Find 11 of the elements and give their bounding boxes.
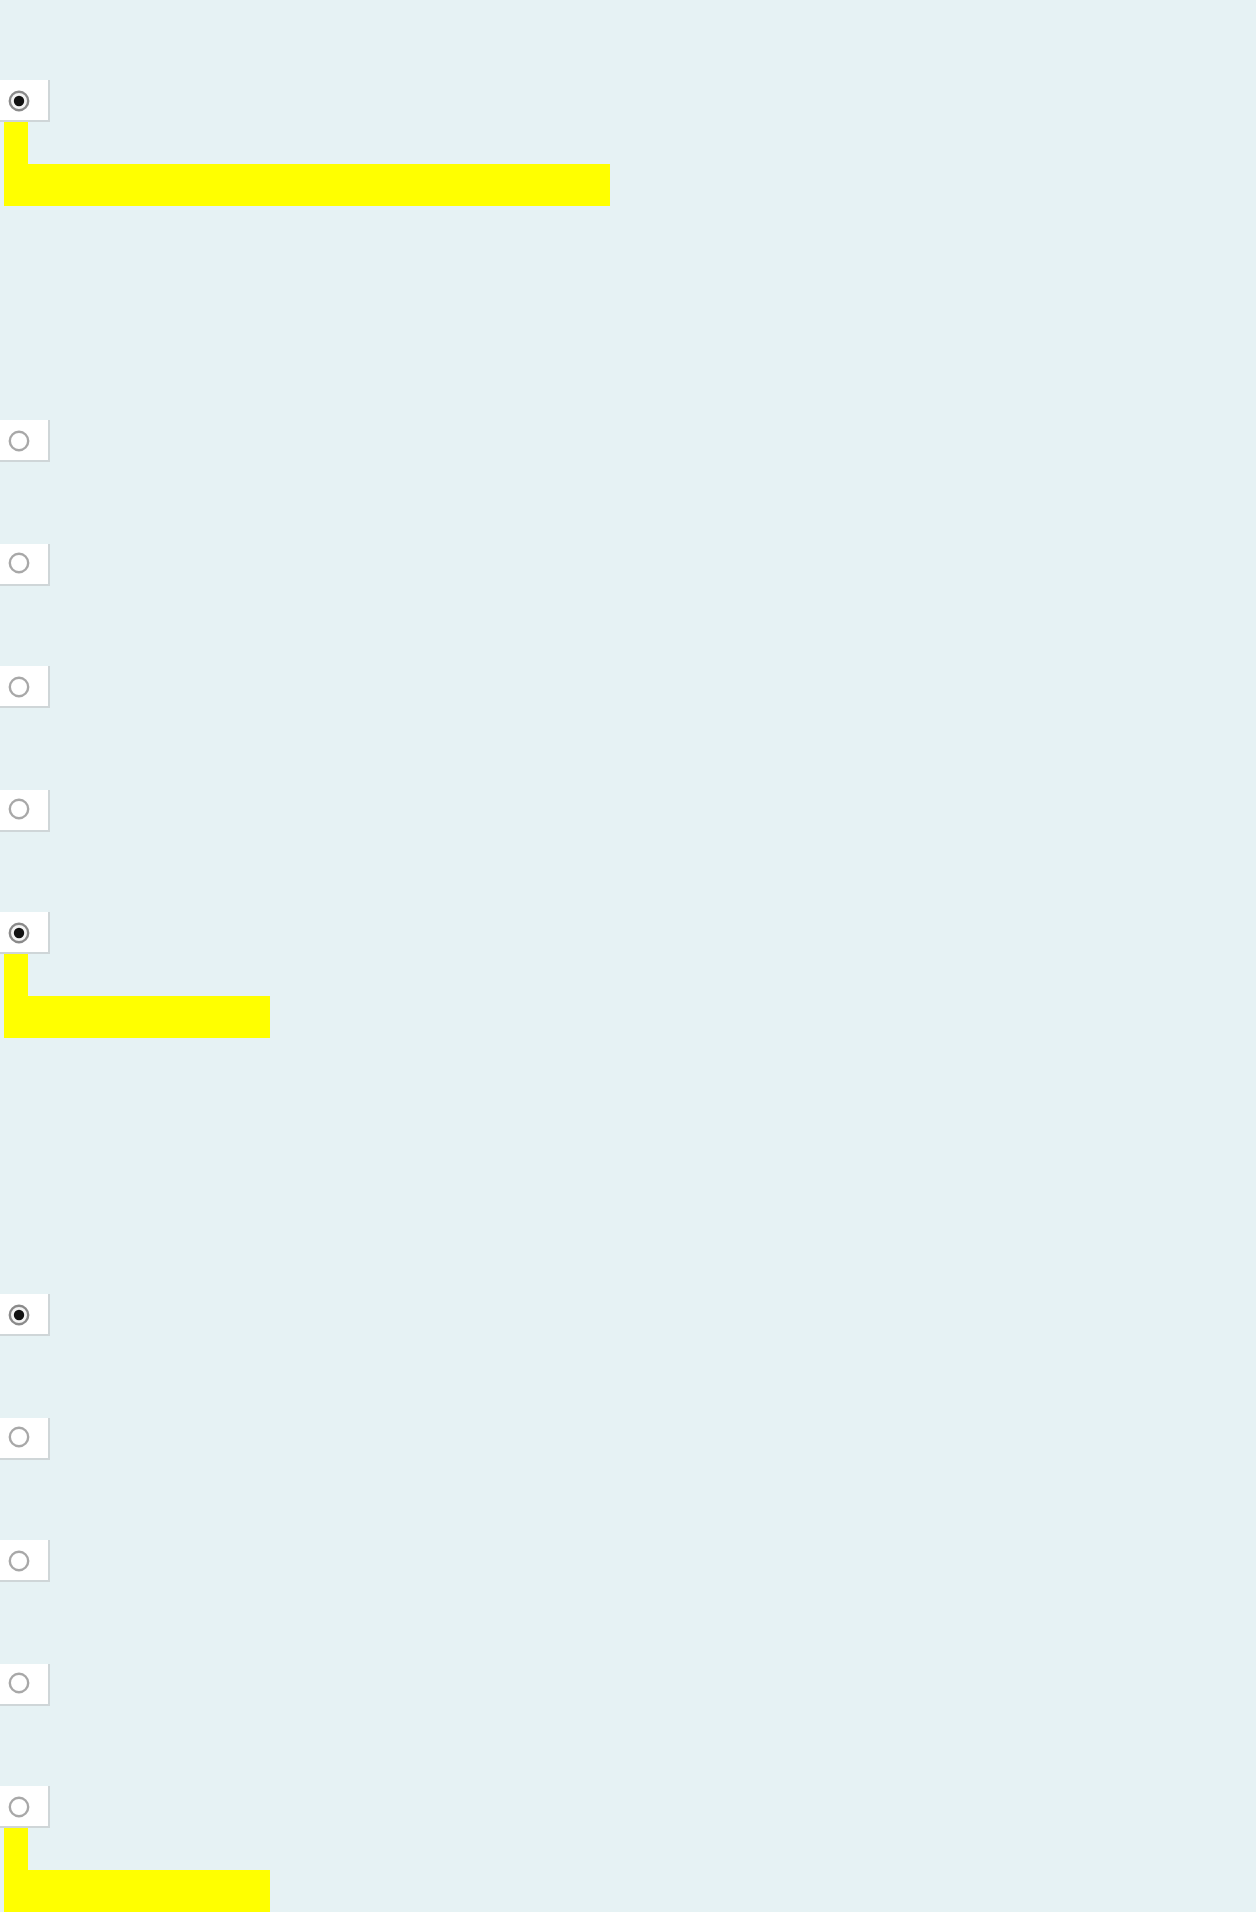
radio-button[interactable] [7,552,29,574]
radio-button[interactable] [7,675,29,697]
radio-button[interactable] [7,1672,29,1694]
radio-button[interactable] [7,1426,29,1448]
radio-button[interactable] [7,1549,29,1571]
radio-button[interactable] [7,429,29,451]
radio-button[interactable] [7,89,29,111]
radio-button[interactable] [7,1795,29,1817]
radio-button[interactable] [7,921,29,943]
radio-button[interactable] [7,1303,29,1325]
radio-button[interactable] [7,798,29,820]
